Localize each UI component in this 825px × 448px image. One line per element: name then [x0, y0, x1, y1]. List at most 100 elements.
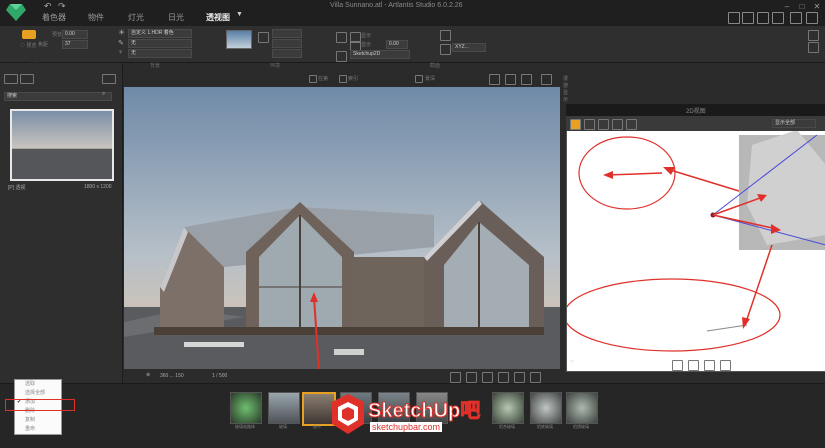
checkbox-icon[interactable]	[309, 75, 317, 83]
watermark-title: SketchUp吧	[367, 400, 481, 423]
refresh-icon[interactable]	[514, 372, 525, 383]
view2d-front-icon[interactable]	[584, 119, 595, 130]
thumbnail-7[interactable]	[492, 392, 524, 424]
thumbnail-9[interactable]	[566, 392, 598, 424]
section-label-section: 截面	[430, 63, 441, 69]
thumbnail-1-label: 玻璃电路体	[235, 424, 255, 429]
window-title: Villa Sunnano.atl - Artlantis Studio 6.0…	[330, 2, 463, 9]
sketchup-watermark: SketchUp吧 sketchupbar.com	[330, 392, 490, 436]
view2d-back-icon[interactable]	[626, 119, 637, 130]
perspective-item-label: [P] 透视	[8, 185, 26, 191]
cut-icon[interactable]	[440, 44, 451, 55]
bg-field-3[interactable]	[272, 49, 302, 58]
view2d-right-icon[interactable]	[598, 119, 609, 130]
view2d-top-icon[interactable]	[570, 119, 581, 130]
checkbox-icon-3[interactable]	[415, 75, 423, 83]
camera-icon[interactable]	[757, 12, 769, 24]
bg-field-1[interactable]	[272, 29, 302, 38]
preview-label: 预览	[52, 32, 63, 38]
environment-select[interactable]: 无	[128, 49, 192, 58]
fullscreen-icon[interactable]	[806, 12, 818, 24]
perspective-thumbnail[interactable]	[10, 109, 114, 181]
render-eye-button[interactable]	[22, 30, 36, 39]
cart-icon[interactable]	[728, 12, 740, 24]
add-view-button[interactable]	[4, 74, 18, 84]
xyz-button[interactable]: XYZ...	[452, 43, 486, 52]
tab-lights[interactable]: 灯光	[128, 12, 144, 23]
perspective-list-panel: 搜索 ⌕ [P] 透视 1800 x 1200	[0, 63, 123, 383]
view2d-help-icon[interactable]: ?	[570, 360, 574, 367]
view2d-fit-icon[interactable]	[720, 360, 731, 371]
thumbnail-2[interactable]	[268, 392, 300, 424]
crop-icon[interactable]	[790, 12, 802, 24]
orbit-icon[interactable]	[498, 372, 509, 383]
search-icon: ⌕	[102, 91, 106, 97]
frame-icon[interactable]	[489, 74, 500, 85]
view2d-canvas	[567, 130, 825, 352]
view2d-left-icon[interactable]	[612, 119, 623, 130]
background-preview[interactable]	[226, 30, 252, 49]
view2d-undo-icon[interactable]	[672, 360, 683, 371]
tab-sun[interactable]: 日光	[168, 12, 184, 23]
background-select[interactable]: 无	[128, 39, 192, 48]
light-icon: ✎	[118, 40, 124, 47]
globe-icon[interactable]	[530, 372, 541, 383]
navigation-icon[interactable]: ⊕	[146, 372, 150, 378]
remove-view-button[interactable]	[20, 74, 34, 84]
tab-shaders[interactable]: 着色器	[42, 12, 66, 23]
view2d-pan-icon[interactable]	[704, 360, 715, 371]
menu-item-duplicate[interactable]: 复制	[15, 416, 61, 425]
viewport-toolbar: 在第 索引 景深 漫游显示	[123, 72, 568, 103]
view-search-input[interactable]: 搜索	[4, 92, 112, 101]
sketch-preset-select[interactable]: Sketchup2D	[350, 50, 410, 59]
thumbnail-1[interactable]	[230, 392, 262, 424]
view2d-toolbar: 显示全部	[566, 116, 825, 131]
settings-icon-1[interactable]	[808, 30, 819, 41]
watermark-subtitle: sketchupbar.com	[370, 422, 443, 432]
box-icon[interactable]	[336, 32, 347, 43]
monitor-icon[interactable]	[772, 12, 784, 24]
view2d-zoom-icon[interactable]	[688, 360, 699, 371]
grid-icon[interactable]	[521, 74, 532, 85]
viewport-label-2: 索引	[348, 76, 359, 82]
redo-icon[interactable]: ↷	[58, 1, 66, 12]
menu-item-select-all[interactable]: 选择全部	[15, 389, 61, 398]
eye-icon[interactable]	[102, 74, 116, 84]
minimize-button[interactable]: –	[782, 2, 792, 11]
menu-item-rename[interactable]: 重命	[15, 425, 61, 434]
thumbnail-3-label: 选中	[313, 424, 321, 429]
sketch-icon[interactable]	[336, 51, 347, 62]
sync-icon[interactable]	[742, 12, 754, 24]
sun-icon: ☀	[118, 28, 126, 37]
display-icon[interactable]	[541, 74, 552, 85]
thumbnail-7-label: 铝合玻璃	[499, 424, 515, 429]
hdr-select[interactable]: 自定义 1.HDR 着色	[128, 29, 192, 38]
bg-field-2[interactable]	[272, 39, 302, 48]
settings-icon-2[interactable]	[808, 42, 819, 53]
undo-view-icon[interactable]	[450, 372, 461, 383]
render-viewport[interactable]	[124, 87, 560, 369]
maximize-button[interactable]: □	[797, 2, 807, 11]
checkbox-icon-2[interactable]	[339, 75, 347, 83]
undo-icon[interactable]: ↶	[44, 1, 52, 12]
zoom-icon[interactable]	[466, 372, 477, 383]
pan-icon[interactable]	[482, 372, 493, 383]
menu-item-select[interactable]: 选取	[15, 380, 61, 389]
fit-icon[interactable]	[505, 74, 516, 85]
view2d-titlebar: 2D视图	[566, 104, 825, 116]
value-field-b[interactable]: 0.00	[386, 40, 408, 49]
close-button[interactable]: ✕	[812, 2, 822, 11]
view2d-title: 2D视图	[686, 109, 706, 115]
tab-perspective[interactable]: 透视图	[206, 12, 230, 23]
tab-objects[interactable]: 物件	[88, 12, 104, 23]
chevron-down-icon[interactable]: ▼	[236, 11, 243, 18]
preview-field[interactable]: 0.00	[62, 30, 88, 39]
bg-option-checkbox[interactable]	[258, 32, 269, 43]
thumbnail-8[interactable]	[530, 392, 562, 424]
page-indicator: 1 / 500	[212, 373, 228, 379]
view2d-display-select[interactable]: 显示全部	[772, 119, 816, 128]
lock-icon[interactable]	[440, 30, 451, 41]
view2d-panel[interactable]	[566, 104, 825, 372]
house-render	[124, 87, 560, 369]
focal-field[interactable]: 37	[62, 40, 88, 49]
